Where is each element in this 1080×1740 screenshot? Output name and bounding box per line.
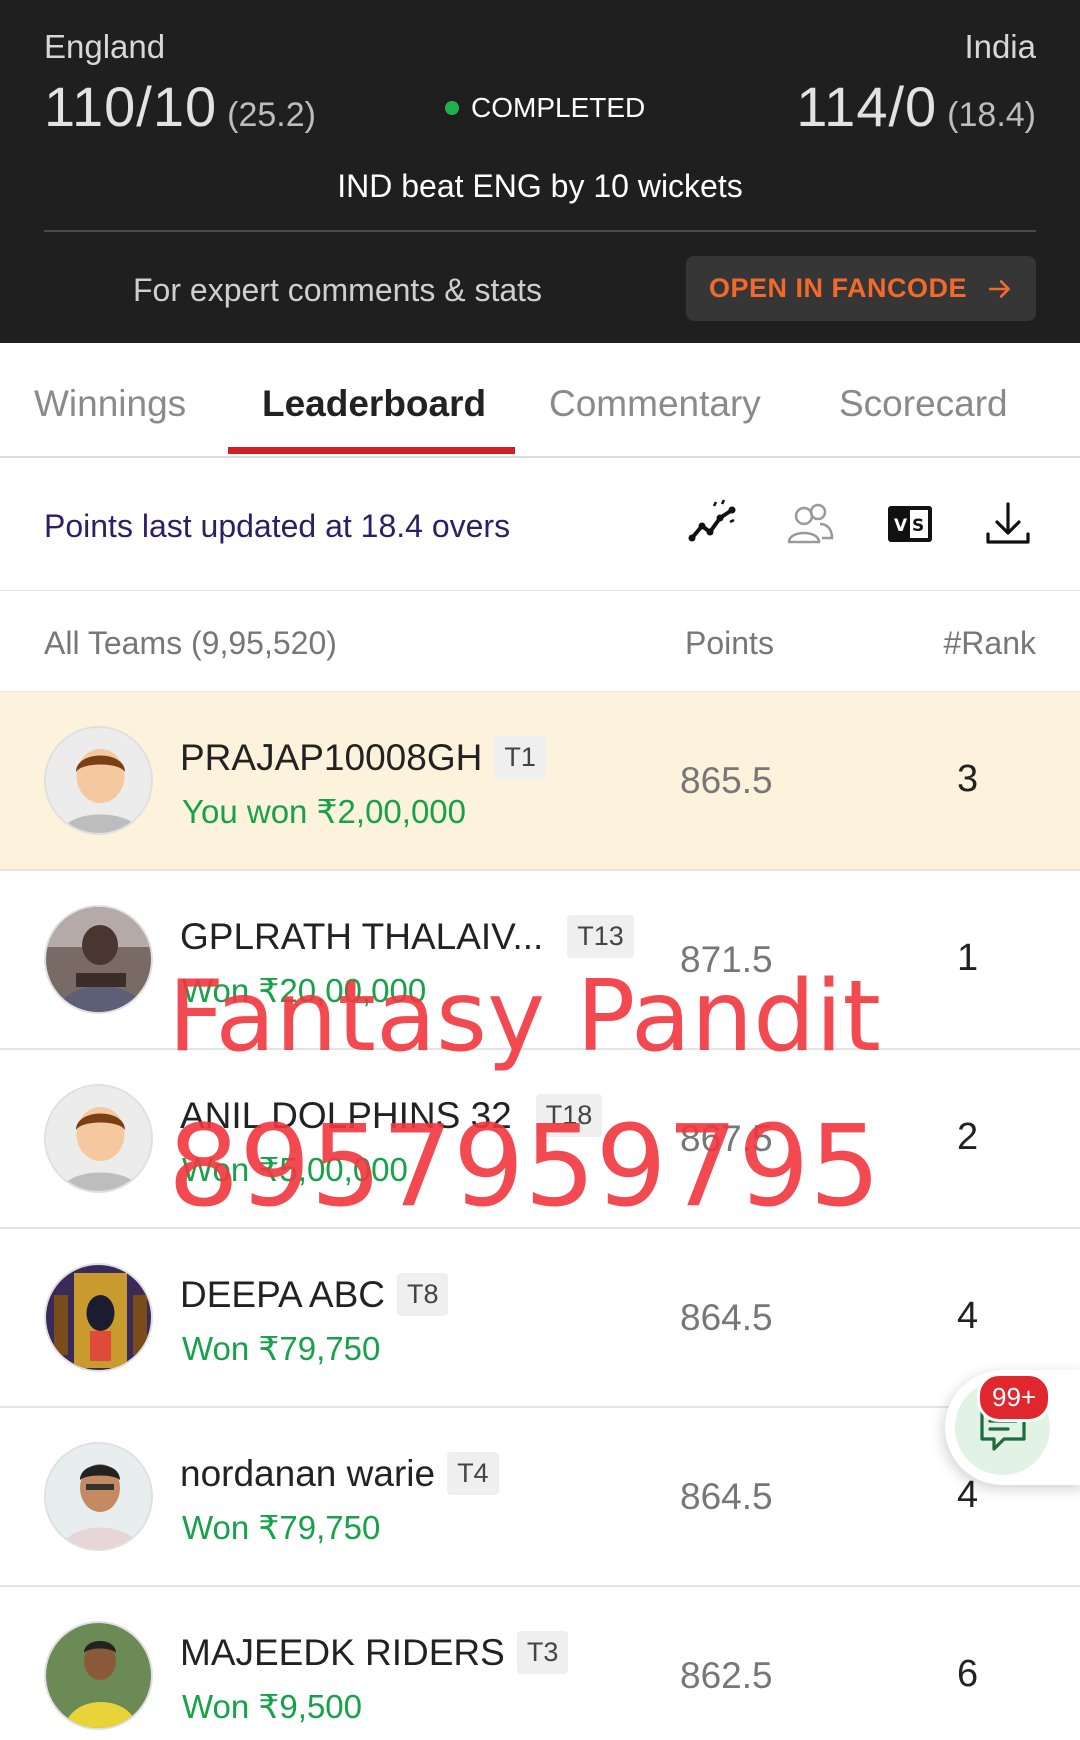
score-left-runs: 110/10 bbox=[44, 75, 218, 138]
stats-chart-icon[interactable] bbox=[686, 498, 738, 550]
active-tab-indicator bbox=[228, 447, 515, 454]
team-tag: T8 bbox=[396, 1273, 449, 1316]
tab-bar: Winnings Leaderboard Commentary Scorecar… bbox=[0, 343, 1080, 458]
expert-comments-text: For expert comments & stats bbox=[133, 272, 543, 308]
rank-value: 4 bbox=[957, 1474, 979, 1516]
user-photo-icon bbox=[46, 1444, 151, 1549]
tab-winnings[interactable]: Winnings bbox=[34, 383, 186, 425]
winnings-text: Won ₹5,00,000 bbox=[182, 1151, 408, 1188]
team-name: DEEPA ABC T8 bbox=[180, 1273, 449, 1316]
tab-scorecard[interactable]: Scorecard bbox=[839, 383, 1008, 425]
points-updated-text: Points last updated at 18.4 overs bbox=[44, 508, 511, 544]
team-name-label: DEEPA ABC bbox=[180, 1273, 385, 1315]
team-tag: T13 bbox=[567, 915, 634, 958]
svg-text:V: V bbox=[894, 516, 908, 536]
tab-commentary[interactable]: Commentary bbox=[549, 383, 761, 425]
info-bar: Points last updated at 18.4 overs V S bbox=[0, 458, 1080, 591]
user-photo-icon bbox=[46, 907, 151, 1012]
team-name-label: nordanan warie bbox=[180, 1452, 436, 1494]
points-value: 864.5 bbox=[680, 1297, 773, 1338]
score-left: 110/10 (25.2) bbox=[44, 74, 316, 139]
team-tag: T18 bbox=[535, 1094, 603, 1137]
team-name-label: PRAJAP10008GH bbox=[180, 736, 483, 778]
avatar bbox=[44, 1084, 153, 1193]
rank-value: 3 bbox=[957, 758, 979, 800]
versus-icon[interactable]: V S bbox=[884, 498, 936, 550]
match-status: COMPLETED bbox=[445, 92, 645, 124]
rank-column-header: #Rank bbox=[943, 625, 1037, 661]
winnings-text: Won ₹79,750 bbox=[182, 1330, 381, 1367]
points-value: 871.5 bbox=[680, 939, 773, 980]
team-name: ANIL DOLPHINS 32 T18 bbox=[180, 1094, 603, 1137]
avatar bbox=[44, 905, 153, 1014]
match-header: England India 110/10 (25.2) 114/0 (18.4) C… bbox=[0, 0, 1080, 343]
default-avatar-icon bbox=[46, 1086, 151, 1191]
team-name-label: GPLRATH THALAIV... bbox=[180, 915, 544, 957]
user-photo-icon bbox=[46, 1265, 151, 1370]
leaderboard-row[interactable]: ANIL DOLPHINS 32 T18 Won ₹5,00,000 867.5 … bbox=[0, 1050, 1080, 1229]
avatar bbox=[44, 1263, 153, 1372]
team-name-label: ANIL DOLPHINS 32 bbox=[180, 1094, 512, 1136]
leaderboard-header: All Teams (9,95,520) Points #Rank bbox=[0, 591, 1080, 692]
leaderboard-row[interactable]: GPLRATH THALAIV... T13 Won ₹20,00,000 871… bbox=[0, 871, 1080, 1050]
leaderboard-row-user[interactable]: PRAJAP10008GH T1 You won ₹2,00,000 865.5 … bbox=[0, 692, 1080, 871]
default-avatar-icon bbox=[46, 728, 151, 833]
chat-unread-badge: 99+ bbox=[977, 1373, 1052, 1422]
team-name: PRAJAP10008GH T1 bbox=[180, 736, 546, 779]
status-dot-icon bbox=[445, 101, 459, 115]
svg-text:S: S bbox=[912, 516, 924, 536]
tab-leaderboard[interactable]: Leaderboard bbox=[262, 383, 486, 425]
overs-left: (25.2) bbox=[227, 96, 316, 134]
team-tag: T4 bbox=[447, 1452, 499, 1495]
rank-value: 4 bbox=[957, 1295, 979, 1337]
avatar bbox=[44, 726, 153, 835]
points-value: 867.5 bbox=[680, 1118, 773, 1159]
points-value: 864.5 bbox=[680, 1476, 773, 1517]
winnings-text: You won ₹2,00,000 bbox=[182, 793, 467, 830]
open-in-fancode-button[interactable]: OPEN IN FANCODE bbox=[686, 256, 1036, 321]
avatar bbox=[44, 1621, 153, 1730]
header-divider bbox=[44, 230, 1036, 232]
score-right: 114/0 (18.4) bbox=[796, 74, 1036, 139]
team-name-label: MAJEEDK RIDERS bbox=[180, 1631, 505, 1673]
team-name: GPLRATH THALAIV... T13 bbox=[180, 915, 634, 958]
rank-value: 2 bbox=[957, 1116, 979, 1158]
points-value: 862.5 bbox=[680, 1655, 773, 1696]
winnings-text: Won ₹20,00,000 bbox=[182, 972, 427, 1009]
points-value: 865.5 bbox=[680, 760, 773, 801]
winnings-text: Won ₹79,750 bbox=[182, 1509, 381, 1546]
leaderboard-row[interactable]: nordanan warie T4 Won ₹79,750 864.5 4 bbox=[0, 1408, 1080, 1587]
overs-right: (18.4) bbox=[947, 96, 1036, 134]
user-photo-icon bbox=[46, 1623, 151, 1728]
avatar bbox=[44, 1442, 153, 1551]
team-name: nordanan warie T4 bbox=[180, 1452, 499, 1495]
team-right-name: India bbox=[964, 28, 1036, 65]
team-tag: T1 bbox=[494, 736, 546, 779]
points-column-header: Points bbox=[685, 625, 774, 661]
leaderboard-row[interactable]: MAJEEDK RIDERS T3 Won ₹9,500 862.5 6 bbox=[0, 1587, 1080, 1740]
compare-users-icon[interactable] bbox=[784, 498, 836, 550]
score-right-runs: 114/0 bbox=[796, 75, 938, 138]
status-label: COMPLETED bbox=[471, 92, 646, 123]
open-in-fancode-label: OPEN IN FANCODE bbox=[708, 273, 968, 303]
team-tag: T3 bbox=[516, 1631, 569, 1674]
rank-value: 1 bbox=[957, 937, 979, 979]
match-result: IND beat ENG by 10 wickets bbox=[337, 168, 743, 204]
team-name: MAJEEDK RIDERS T3 bbox=[180, 1631, 569, 1674]
winnings-text: Won ₹9,500 bbox=[182, 1688, 363, 1725]
leaderboard-row[interactable]: DEEPA ABC T8 Won ₹79,750 864.5 4 bbox=[0, 1229, 1080, 1408]
arrow-right-icon bbox=[988, 279, 1010, 298]
rank-value: 6 bbox=[957, 1653, 979, 1695]
download-icon[interactable] bbox=[982, 498, 1034, 550]
all-teams-label: All Teams (9,95,520) bbox=[44, 625, 337, 661]
team-left-name: England bbox=[44, 28, 166, 65]
